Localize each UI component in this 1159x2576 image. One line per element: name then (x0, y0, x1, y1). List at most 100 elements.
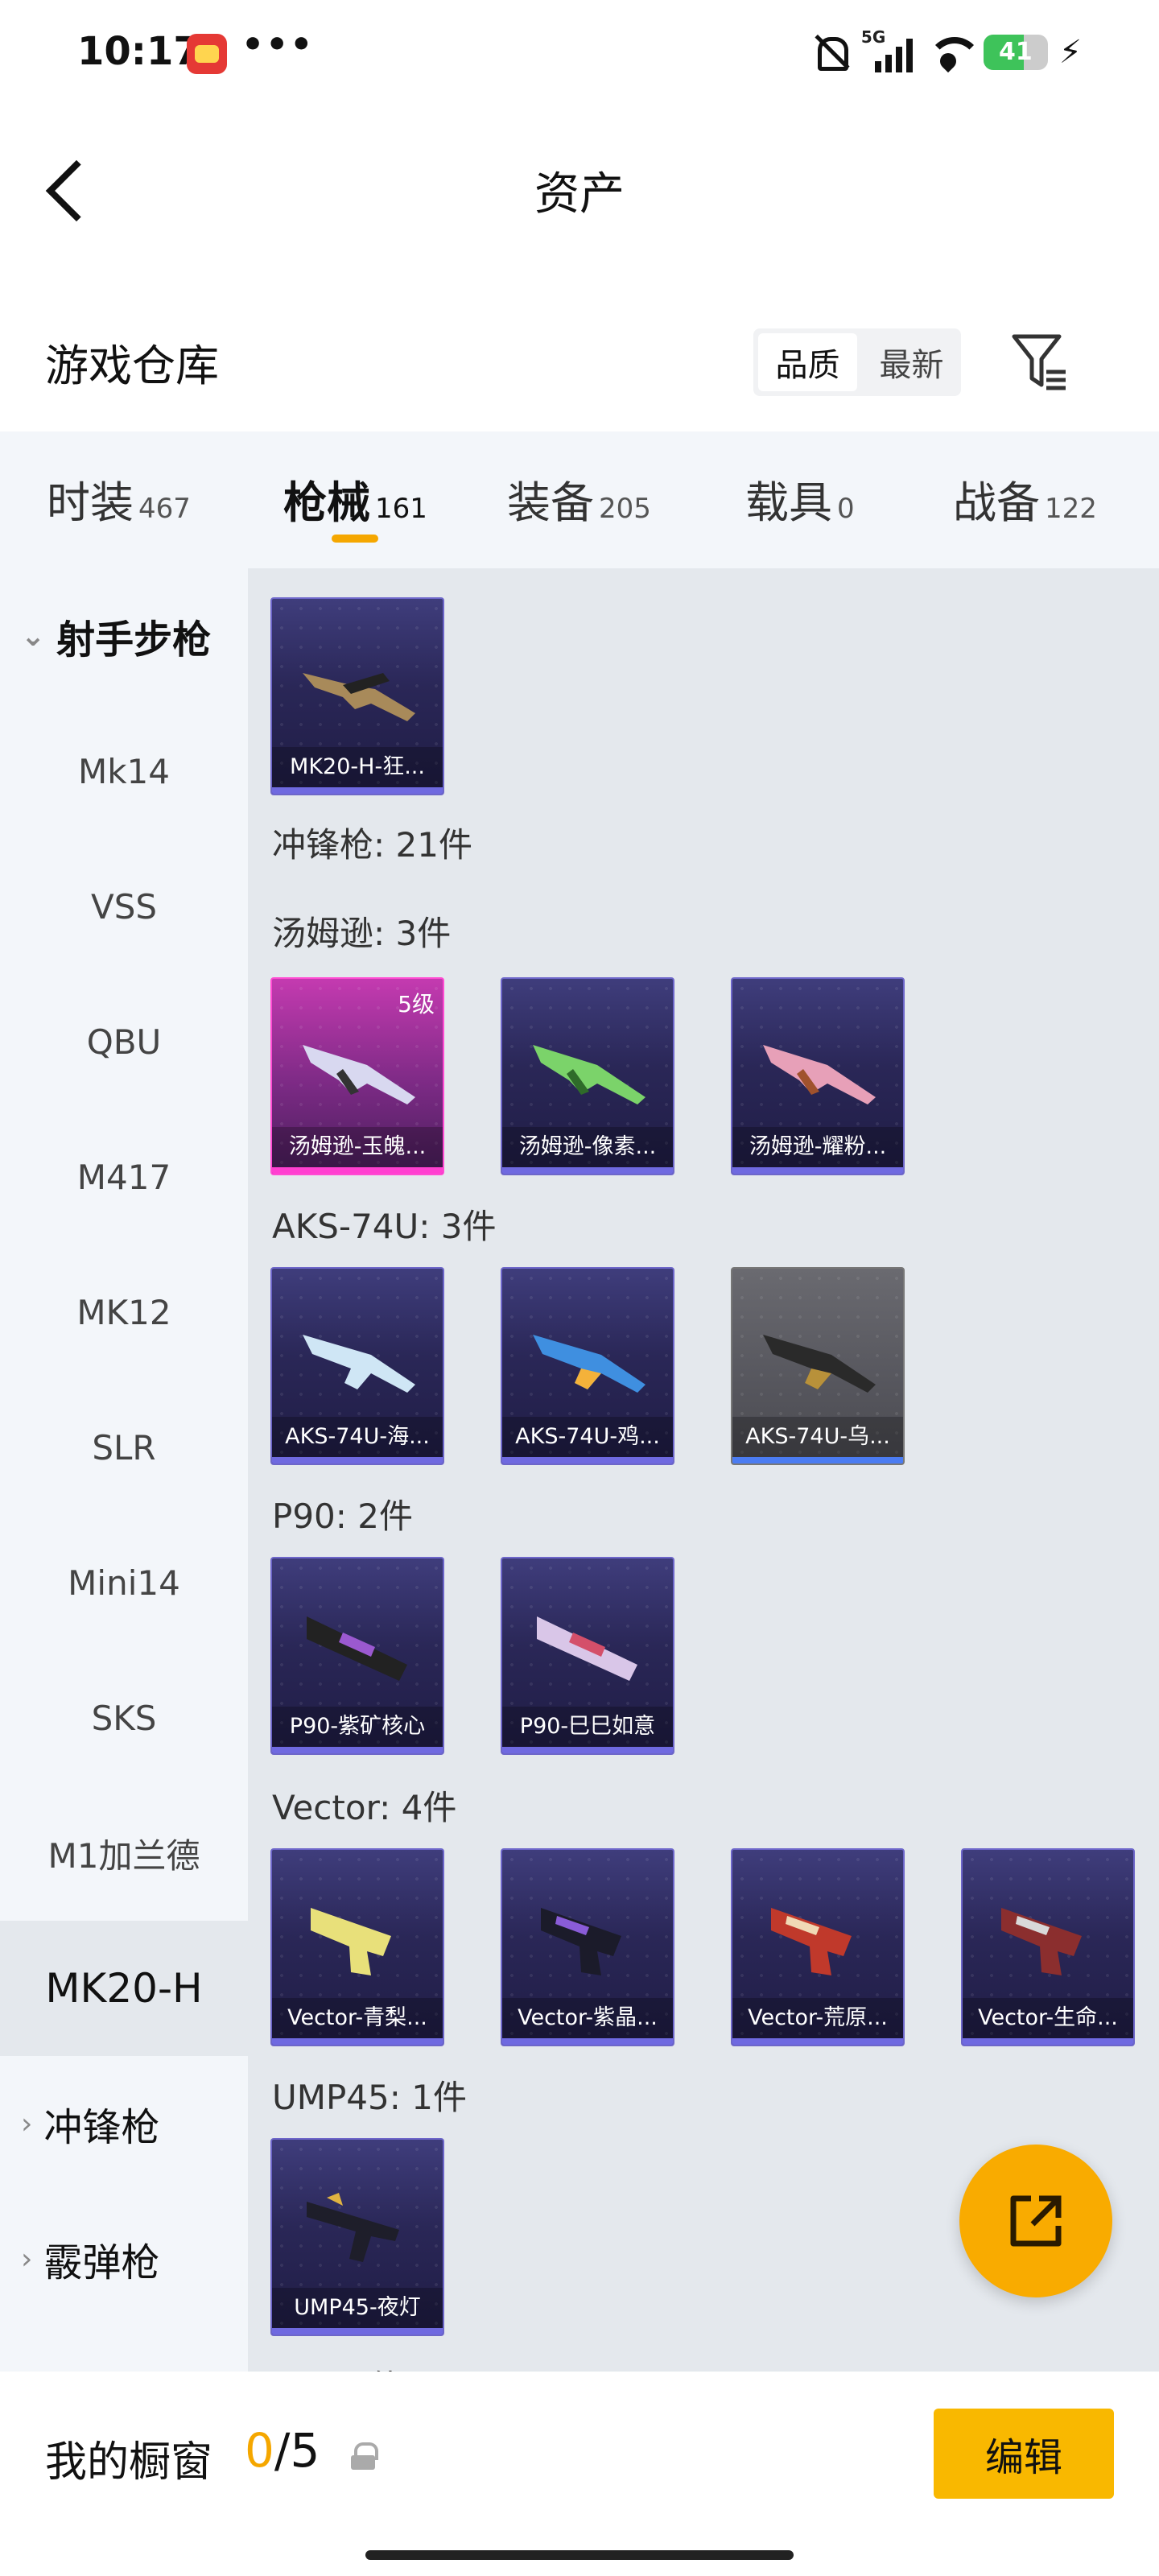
sidebar-item-mk20h[interactable]: MK20-H (0, 1921, 248, 2056)
cellular-signal-icon: 5G (861, 27, 913, 72)
rarity-bar (272, 2038, 443, 2045)
share-icon (1010, 2195, 1062, 2247)
sidebar-item-m1-garand[interactable]: M1加兰德 (0, 1785, 248, 1921)
rarity-bar (272, 1747, 443, 1753)
weapon-image (771, 1908, 852, 1975)
tab-equipment[interactable]: 装备 205 (507, 467, 651, 530)
weapon-image (303, 1045, 415, 1104)
weapon-image (537, 1616, 637, 1681)
sidebar-item-vss[interactable]: VSS (0, 839, 248, 974)
tab-supplies[interactable]: 战备 122 (953, 467, 1097, 530)
group-label-vector: Vector: 4件 (272, 1788, 457, 1827)
rarity-bar (272, 2328, 443, 2334)
weapon-card[interactable]: 5级 汤姆逊-玉魄... (270, 977, 444, 1175)
weapon-card[interactable]: 汤姆逊-耀粉... (731, 977, 905, 1175)
rarity-bar (963, 2038, 1133, 2045)
weapon-image (763, 1045, 876, 1104)
sidebar-group-shotgun[interactable]: › 霰弹枪 (0, 2191, 248, 2326)
weapon-card-caption: 汤姆逊-耀粉... (732, 1127, 903, 1167)
weapon-card-caption: Vector-紫晶... (502, 1998, 673, 2038)
sidebar-group-label: 霰弹枪 (43, 2240, 160, 2285)
charging-icon: ⚡ (1058, 34, 1082, 71)
weapon-card-caption: P90-紫矿核心 (272, 1707, 443, 1747)
share-button[interactable] (959, 2145, 1112, 2297)
weapon-card[interactable]: AKS-74U-乌... (731, 1267, 905, 1465)
sort-quality-button[interactable]: 品质 (758, 333, 857, 391)
group-label-aks74u: AKS-74U: 3件 (272, 1207, 497, 1246)
rarity-bar (732, 1457, 903, 1463)
weapon-card-caption: Vector-生命... (963, 1998, 1133, 2038)
tab-count: 122 (1045, 493, 1097, 525)
battery-level: 41 (999, 38, 1033, 66)
rarity-bar (502, 1167, 673, 1174)
rarity-bar (272, 787, 443, 794)
page-title: 资产 (534, 168, 625, 221)
weapon-card[interactable]: AKS-74U-鸡... (501, 1267, 674, 1465)
rarity-bar (272, 1167, 443, 1174)
weapon-card-caption: P90-巳巳如意 (502, 1707, 673, 1747)
status-bar: 10:17 ••• 5G 41 ⚡ (0, 0, 1159, 105)
sort-newest-button[interactable]: 最新 (862, 328, 961, 396)
weapon-image (307, 1616, 407, 1681)
weapon-card[interactable]: MK20-H-狂... (270, 597, 444, 795)
showcase-label: 我的橱窗 (45, 2438, 213, 2487)
rarity-bar (732, 2038, 903, 2045)
sort-toggle: 品质 最新 (753, 328, 961, 396)
weapon-image (541, 1908, 621, 1975)
more-notifications-icon: ••• (241, 24, 315, 65)
sidebar-item-sks[interactable]: SKS (0, 1650, 248, 1785)
mute-bell-icon (810, 32, 850, 72)
weapon-card[interactable]: AKS-74U-海... (270, 1267, 444, 1465)
weapon-card[interactable]: 汤姆逊-像素... (501, 977, 674, 1175)
edit-button[interactable]: 编辑 (934, 2409, 1114, 2499)
group-label-smg-total: 冲锋枪: 21件 (272, 825, 472, 865)
weapon-image (533, 1335, 645, 1393)
tab-fashion[interactable]: 时装 467 (47, 467, 191, 530)
weapon-card[interactable]: P90-巳巳如意 (501, 1557, 674, 1755)
tab-label: 战备 (953, 477, 1040, 528)
weapon-card[interactable]: P90-紫矿核心 (270, 1557, 444, 1755)
weapon-image (303, 1335, 415, 1393)
weapon-card[interactable]: Vector-青梨... (270, 1848, 444, 2046)
sidebar-group-smg[interactable]: › 冲锋枪 (0, 2056, 248, 2191)
sidebar-item-qbu[interactable]: QBU (0, 974, 248, 1109)
weapon-card[interactable]: Vector-荒原... (731, 1848, 905, 2046)
sidebar-item-m417[interactable]: M417 (0, 1109, 248, 1245)
filter-icon[interactable] (1011, 330, 1069, 394)
sidebar-group-label: 冲锋枪 (43, 2105, 160, 2150)
weapon-card-caption: Vector-荒原... (732, 1998, 903, 2038)
sidebar-item-mk12[interactable]: MK12 (0, 1245, 248, 1380)
showcase-current: 0 (245, 2423, 274, 2478)
sidebar-item-slr[interactable]: SLR (0, 1380, 248, 1515)
group-label-partial: JS9: 2件 (272, 2360, 402, 2372)
tab-vehicles[interactable]: 载具 0 (745, 467, 855, 530)
weapon-card[interactable]: Vector-紫晶... (501, 1848, 674, 2046)
sidebar-item-mini14[interactable]: Mini14 (0, 1515, 248, 1650)
tab-count: 161 (375, 493, 427, 525)
chevron-right-icon: › (21, 2242, 33, 2276)
tab-count: 0 (837, 493, 855, 525)
weapon-card[interactable]: UMP45-夜灯 (270, 2138, 444, 2336)
sidebar-group-marksman[interactable]: ⌄ 射手步枪 (0, 568, 248, 704)
weapon-card-caption: AKS-74U-乌... (732, 1417, 903, 1457)
tab-count: 205 (599, 493, 651, 525)
tab-firearms[interactable]: 枪械 161 (283, 467, 427, 530)
weapon-card-caption: AKS-74U-海... (272, 1417, 443, 1457)
showcase-count: 0/5 (245, 2423, 320, 2478)
rarity-bar (502, 2038, 673, 2045)
sidebar-item-mk14[interactable]: Mk14 (0, 704, 248, 839)
weapon-image (1001, 1908, 1082, 1975)
weapon-card-caption: Vector-青梨... (272, 1998, 443, 2038)
sidebar-group-label: 射手步枪 (56, 617, 212, 663)
group-label-thompson: 汤姆逊: 3件 (272, 914, 452, 953)
weapon-image (533, 1045, 645, 1104)
group-label-ump45: UMP45: 1件 (272, 2078, 467, 2117)
weapon-card[interactable]: Vector-生命... (961, 1848, 1135, 2046)
lock-icon (351, 2442, 378, 2470)
rarity-bar (272, 1457, 443, 1463)
tab-label: 装备 (507, 477, 594, 528)
tab-label: 时装 (47, 477, 134, 528)
weapon-card-caption: 汤姆逊-玉魄... (272, 1127, 443, 1167)
showcase-bar: 我的橱窗 0/5 编辑 (0, 2372, 1159, 2576)
weapon-card-caption: 汤姆逊-像素... (502, 1127, 673, 1167)
